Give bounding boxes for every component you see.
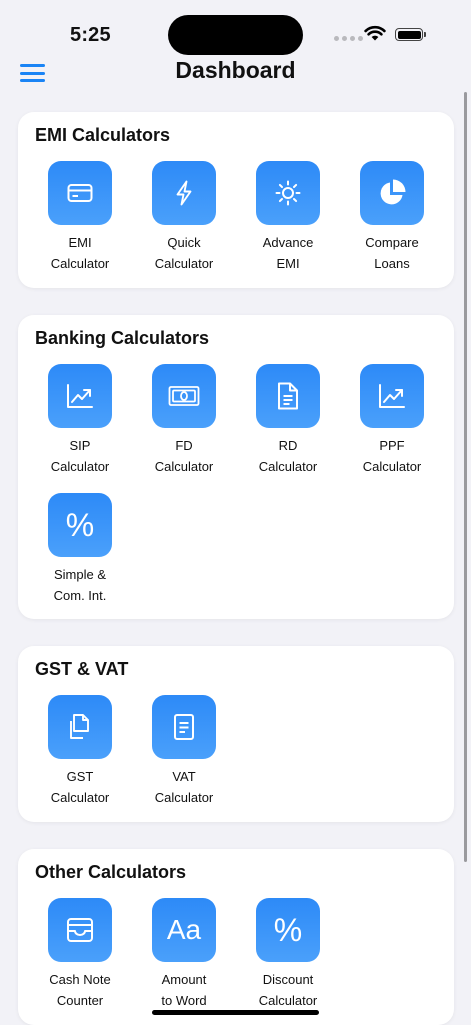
tile-label: EMI Calculator	[50, 235, 110, 271]
status-bar: 5:25	[0, 0, 471, 56]
section-title: EMI Calculators	[35, 125, 171, 145]
tile-label: Quick Calculator	[154, 235, 214, 271]
section-card: Other Calculators Cash Note Counter Aa Amou…	[18, 849, 454, 1025]
credit-card-icon[interactable]	[48, 161, 112, 225]
navigation-bar: Dashboard	[0, 56, 471, 100]
tile-label: VAT Calculator	[154, 769, 214, 805]
calculator-tile[interactable]: EMI Calculator	[28, 161, 132, 274]
calculator-tile[interactable]: Compare Loans	[340, 161, 444, 274]
calculator-tile[interactable]: % Discount Calculator	[236, 898, 340, 1011]
dynamic-island	[168, 15, 303, 55]
banknote-icon[interactable]	[152, 364, 216, 428]
home-indicator[interactable]	[152, 1010, 319, 1015]
documents-icon[interactable]	[48, 695, 112, 759]
percent-icon[interactable]: %	[256, 898, 320, 962]
lightning-bolt-icon[interactable]	[152, 161, 216, 225]
calculator-tile[interactable]: PPF Calculator	[340, 364, 444, 477]
tile-label: Advance EMI	[262, 235, 314, 271]
pie-chart-icon[interactable]	[360, 161, 424, 225]
tile-label: Compare Loans	[365, 235, 419, 271]
tile-label: Amount to Word	[161, 972, 207, 1008]
tile-label: RD Calculator	[258, 438, 318, 474]
battery-icon	[395, 28, 426, 41]
calculator-tile[interactable]: FD Calculator	[132, 364, 236, 477]
tile-label: GST Calculator	[50, 769, 110, 805]
section-card: Banking Calculators SIP Calculator FD Calc…	[18, 315, 454, 619]
section-title: Banking Calculators	[35, 328, 210, 348]
scrollbar[interactable]	[464, 92, 467, 862]
status-time: 5:25	[70, 24, 111, 46]
section-card: EMI Calculators EMI Calculator Quick Calcu…	[18, 112, 454, 288]
calculator-tile[interactable]: Quick Calculator	[132, 161, 236, 274]
tile-label: Cash Note Counter	[49, 972, 111, 1008]
icon-glyph: Aa	[166, 914, 202, 945]
calculator-tile[interactable]: Cash Note Counter	[28, 898, 132, 1011]
document-icon[interactable]	[256, 364, 320, 428]
tile-label: Simple & Com. Int.	[53, 567, 107, 603]
section-title: GST & VAT	[35, 659, 129, 679]
tile-label: PPF Calculator	[362, 438, 422, 474]
calculator-tile[interactable]: RD Calculator	[236, 364, 340, 477]
calculator-tile[interactable]: Advance EMI	[236, 161, 340, 274]
wifi-icon	[364, 26, 386, 41]
section-title: Other Calculators	[35, 862, 187, 882]
text-format-icon[interactable]: Aa	[152, 898, 216, 962]
calculator-tile[interactable]: Aa Amount to Word	[132, 898, 236, 1011]
tile-label: FD Calculator	[154, 438, 214, 474]
calculator-tile[interactable]: % Simple & Com. Int.	[28, 493, 132, 606]
chart-line-up-icon[interactable]	[360, 364, 424, 428]
chart-line-up-icon[interactable]	[48, 364, 112, 428]
percent-icon[interactable]: %	[48, 493, 112, 557]
tray-icon[interactable]	[48, 898, 112, 962]
calculator-tile[interactable]: VAT Calculator	[132, 695, 236, 808]
sun-icon[interactable]	[256, 161, 320, 225]
calculator-tile[interactable]: SIP Calculator	[28, 364, 132, 477]
cellular-signal-icon	[334, 36, 363, 41]
tile-label: SIP Calculator	[50, 438, 110, 474]
receipt-icon[interactable]	[152, 695, 216, 759]
tile-label: Discount Calculator	[258, 972, 318, 1008]
section-card: GST & VAT GST Calculator VAT Calculator	[18, 646, 454, 822]
page-title: Dashboard	[175, 57, 296, 83]
calculator-tile[interactable]: GST Calculator	[28, 695, 132, 808]
